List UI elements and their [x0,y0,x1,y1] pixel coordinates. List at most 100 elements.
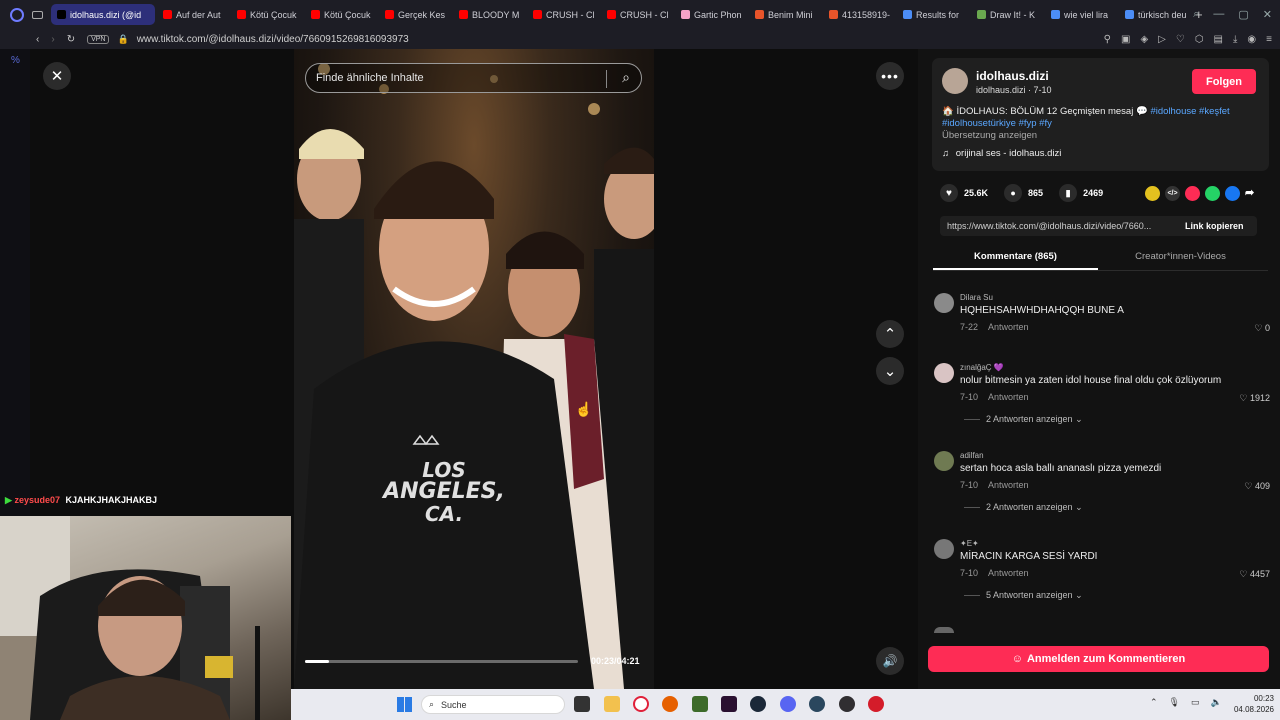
browser-tab[interactable]: Kötü Çocuk [305,4,377,25]
browser-tab[interactable]: CRUSH - Cl [527,4,599,25]
opera-taskbar-icon[interactable] [633,696,649,712]
volume-button[interactable]: 🔊 [876,647,904,675]
browser-tab[interactable]: BLOODY M [453,4,525,25]
browser-tab[interactable]: idolhaus.dizi (@id [51,4,155,25]
minimize-icon[interactable]: — [1213,8,1224,21]
steam-2-icon[interactable] [809,696,825,712]
browser-tab[interactable]: CRUSH - Cl [601,4,673,25]
minecraft-icon[interactable] [692,696,708,712]
comment-username[interactable]: adilfan [960,451,984,460]
video-progress-track[interactable] [305,660,578,663]
firefox-icon[interactable] [662,696,678,712]
music-title[interactable]: orijinal ses - idolhaus.dizi [956,148,1062,159]
search-tabs-icon[interactable]: ⌕ [1193,8,1199,21]
windows-start-icon[interactable] [397,697,412,712]
tray-chevron-icon[interactable]: ⌃ [1150,697,1158,708]
send-icon[interactable] [1185,185,1200,201]
close-window-icon[interactable]: ✕ [1263,8,1272,21]
browser-tab[interactable]: wie viel lira [1045,4,1117,25]
reply-button[interactable]: Antworten [988,392,1029,402]
browser-tab[interactable]: Benim Mini [749,4,821,25]
hashtag-link[interactable]: #idolhousetürkiye #fyp #fy [942,118,1052,129]
forward-icon[interactable]: › [51,34,54,45]
comment-like[interactable]: ♡ 4457 [1239,569,1270,580]
comment-username[interactable]: ✦E✦ [960,539,979,548]
file-explorer-icon[interactable] [604,696,620,712]
share-icon[interactable]: ➦ [1245,186,1260,201]
shield-icon[interactable]: ◈ [1140,34,1148,45]
discord-icon[interactable] [780,696,796,712]
close-video-button[interactable]: ✕ [43,62,71,90]
view-replies-button[interactable]: 2 Antworten anzeigen ⌄ [964,414,1083,425]
bookmark-icon[interactable]: ▮ [1059,184,1078,202]
obs-icon[interactable] [839,696,855,712]
comment-icon[interactable]: ● [1004,184,1023,202]
translate-link[interactable]: Übersetzung anzeigen [942,130,1037,141]
comment-avatar[interactable] [934,451,954,471]
browser-tab[interactable]: türkisch deu [1119,4,1191,25]
tab-comments[interactable]: Kommentare (865) [933,251,1098,262]
comment-like[interactable]: ♡ 1912 [1239,393,1270,404]
similar-content-search[interactable]: Finde ähnliche Inhalte ⌕ [305,63,642,93]
browser-tab[interactable]: Gartic Phon [675,4,747,25]
vpn-badge[interactable]: VPN [87,34,110,44]
view-replies-button[interactable]: 5 Antworten anzeigen ⌄ [964,590,1083,601]
comment-avatar[interactable] [934,539,954,559]
display-icon[interactable]: ▭ [1191,697,1200,708]
facebook-icon[interactable] [1225,185,1240,201]
pin-icon[interactable]: ⚲ [1104,34,1111,45]
camera-icon[interactable]: ◉ [1247,34,1256,45]
video-player[interactable]: LOS ANGELES, CA. ☝ [294,49,654,689]
reload-icon[interactable]: ↻ [67,34,75,45]
copy-link-button[interactable]: Link kopieren [1185,221,1244,231]
steam-icon[interactable] [750,696,766,712]
comment-like[interactable]: ♡ 0 [1254,323,1270,334]
screenshot-icon[interactable]: ▣ [1121,34,1130,45]
author-name[interactable]: idolhaus.dizi [976,69,1049,83]
previous-video-button[interactable]: ⌃ [876,320,904,348]
extensions-icon[interactable]: ⬡ [1195,34,1204,45]
video-link[interactable]: https://www.tiktok.com/@idolhaus.dizi/vi… [947,221,1179,231]
browser-tab[interactable]: Gerçek Kes [379,4,451,25]
tab-menu-icon[interactable] [32,10,43,19]
coin-icon[interactable] [1145,185,1160,201]
embed-icon[interactable]: </> [1165,185,1180,201]
reply-button[interactable]: Antworten [988,322,1029,332]
comment-username[interactable]: zınalğaÇ 💜 [960,363,1004,372]
avatar[interactable] [942,68,968,94]
media-app-icon[interactable] [721,696,737,712]
maximize-icon[interactable]: ▢ [1238,8,1248,21]
comment-like[interactable]: ♡ 409 [1244,481,1270,492]
taskbar-search[interactable]: ⌕ Suche [421,695,565,714]
reply-button[interactable]: Antworten [988,568,1029,578]
like-icon[interactable]: ♥ [940,184,958,202]
hashtag-link[interactable]: #idolhouse #keşfet [1150,106,1229,117]
music-row[interactable]: ♫ orijinal ses - idolhaus.dizi [942,148,1061,159]
browser-tab[interactable]: Draw It! - K [971,4,1043,25]
login-to-comment-button[interactable]: ☺ Anmelden zum Kommentieren [928,646,1269,672]
back-icon[interactable]: ‹ [36,34,39,45]
whatsapp-icon[interactable] [1205,185,1220,201]
wallet-icon[interactable]: ▤ [1214,34,1223,45]
more-options-button[interactable]: ••• [876,62,904,90]
opera-logo-icon[interactable] [10,7,24,22]
download-icon[interactable]: ⤓ [1233,34,1237,45]
search-input[interactable]: Finde ähnliche Inhalte [316,72,424,84]
url-field[interactable]: www.tiktok.com/@idolhaus.dizi/video/7660… [137,34,409,45]
browser-tab[interactable]: Kötü Çocuk [231,4,303,25]
sidebar-item-icon[interactable]: % [11,55,20,66]
comment-avatar[interactable] [934,363,954,383]
reply-button[interactable]: Antworten [988,480,1029,490]
recorder-icon[interactable] [868,696,884,712]
comment-avatar[interactable] [934,293,954,313]
heart-icon[interactable]: ♡ [1176,34,1185,45]
play-icon[interactable]: ▷ [1158,34,1166,45]
browser-tab[interactable]: Results for [897,4,969,25]
next-video-button[interactable]: ⌄ [876,357,904,385]
browser-tab[interactable]: Auf der Aut [157,4,229,25]
browser-tab[interactable]: 413158919- [823,4,895,25]
follow-button[interactable]: Folgen [1192,69,1256,94]
comment-username[interactable]: Dilara Su [960,293,993,302]
tab-creator-videos[interactable]: Creator*innen-Videos [1098,251,1263,262]
menu-icon[interactable]: ≡ [1266,34,1272,45]
